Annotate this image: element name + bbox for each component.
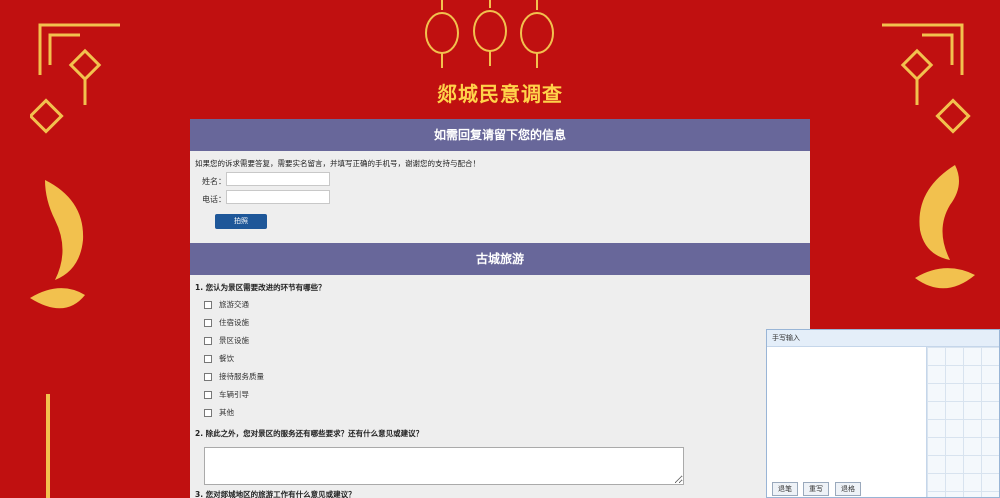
option-item[interactable]: 住宿设施 — [204, 317, 249, 328]
stroke-back-button[interactable]: 退笔 — [772, 482, 798, 496]
contact-section-header: 如需回复请留下您的信息 — [190, 119, 810, 151]
lantern-icon — [46, 394, 50, 498]
checkbox[interactable] — [204, 391, 212, 399]
checkbox[interactable] — [204, 301, 212, 309]
rewrite-button[interactable]: 重写 — [803, 482, 829, 496]
page-title: 郯城民意调查 — [437, 82, 563, 106]
checkbox[interactable] — [204, 337, 212, 345]
question-1-title: 1. 您认为景区需要改进的环节有哪些？ — [195, 283, 326, 292]
question-3-title: 3. 您对郯城地区的旅游工作有什么意见或建议？ — [195, 490, 356, 498]
checkbox[interactable] — [204, 319, 212, 327]
handwriting-candidates-grid[interactable] — [926, 347, 999, 497]
option-label: 住宿设施 — [219, 318, 249, 327]
checkbox[interactable] — [204, 355, 212, 363]
option-label: 车辆引导 — [219, 390, 249, 399]
option-item[interactable]: 车辆引导 — [204, 389, 249, 400]
option-item[interactable]: 接待服务质量 — [204, 371, 264, 382]
handwriting-title: 手写输入 — [767, 330, 999, 347]
contact-notice: 如果您的诉求需要答复，需要实名留言，并填写正确的手机号，谢谢您的支持与配合！ — [195, 159, 480, 168]
option-item[interactable]: 其他 — [204, 407, 234, 418]
photo-button[interactable]: 拍照 — [215, 214, 267, 229]
survey-form: 如需回复请留下您的信息 如果您的诉求需要答复，需要实名留言，并填写正确的手机号，… — [190, 119, 810, 498]
option-label: 旅游交通 — [219, 300, 249, 309]
koi-fish-icon — [915, 165, 975, 289]
handwriting-panel: 手写输入 退笔 重写 退格 — [766, 329, 1000, 498]
handwriting-canvas[interactable] — [767, 347, 927, 479]
lantern-icon — [425, 0, 554, 68]
phone-label: 电话： — [202, 195, 226, 204]
phone-input[interactable] — [226, 190, 330, 204]
question-2-answer[interactable] — [204, 447, 684, 485]
survey-section-header: 古城旅游 — [190, 243, 810, 275]
name-row: 姓名： — [202, 172, 330, 187]
option-item[interactable]: 旅游交通 — [204, 299, 249, 310]
option-label: 景区设施 — [219, 336, 249, 345]
question-2-title: 2. 除此之外，您对景区的服务还有哪些要求？还有什么意见或建议？ — [195, 429, 424, 438]
delete-button[interactable]: 退格 — [835, 482, 861, 496]
checkbox[interactable] — [204, 373, 212, 381]
koi-fish-icon — [30, 180, 85, 309]
option-item[interactable]: 景区设施 — [204, 335, 249, 346]
option-label: 接待服务质量 — [219, 372, 264, 381]
option-label: 餐饮 — [219, 354, 234, 363]
name-input[interactable] — [226, 172, 330, 186]
name-label: 姓名： — [202, 177, 226, 186]
phone-row: 电话： — [202, 190, 330, 205]
checkbox[interactable] — [204, 409, 212, 417]
option-item[interactable]: 餐饮 — [204, 353, 234, 364]
option-label: 其他 — [219, 408, 234, 417]
